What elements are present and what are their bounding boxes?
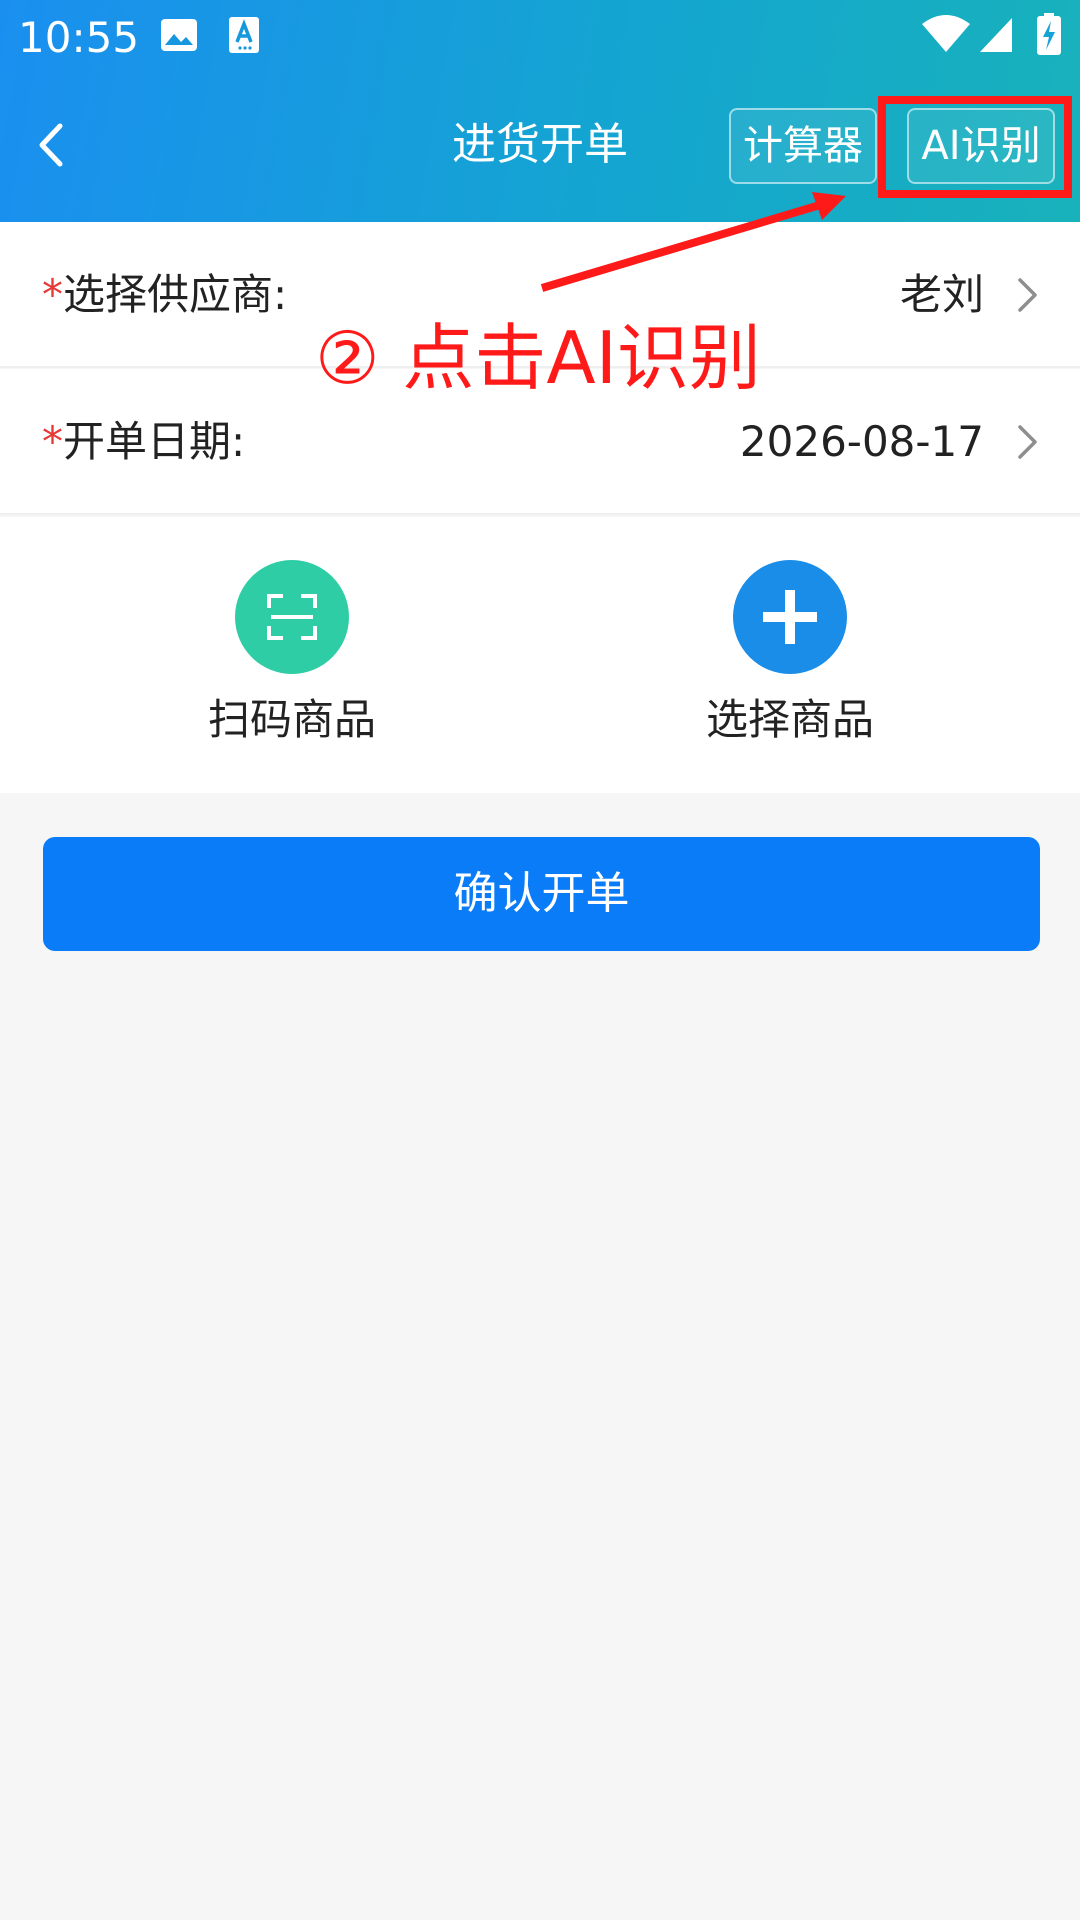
required-mark: * [42,417,63,466]
product-actions: 扫码商品 选择商品 [0,517,1080,793]
calculator-button[interactable]: 计算器 [729,108,877,184]
gallery-icon [161,19,197,51]
required-mark: * [42,270,63,319]
page-title: 进货开单 [452,119,628,170]
ai-recognition-button[interactable]: AI识别 [907,108,1055,184]
scan-product-label: 扫码商品 [207,695,376,744]
a-text-icon [229,17,259,53]
scan-frame-icon [235,560,349,674]
date-label: *开单日期: [42,417,246,466]
annotation-text: ② 点击AI识别 [315,316,761,400]
signal-icon [980,18,1012,52]
confirm-order-button[interactable]: 确认开单 [43,837,1040,951]
plus-icon [733,560,847,674]
status-time: 10:55 [18,13,140,62]
select-product-button[interactable]: 选择商品 [660,560,920,750]
chevron-right-icon [1018,278,1037,312]
scan-product-button[interactable]: 扫码商品 [162,560,422,750]
wifi-icon [922,15,970,52]
battery-charging-icon [1037,13,1061,55]
select-product-label: 选择商品 [705,695,874,744]
chevron-right-icon [1018,425,1037,459]
back-button[interactable] [26,112,82,178]
supplier-value: 老刘 [899,270,984,319]
header: 10:55 进货开单 计算器 AI识别 [0,0,1080,222]
supplier-label: *选择供应商: [42,270,288,319]
app-root: 10:55 进货开单 计算器 AI识别 *选择供应商: 老刘 *开单日期: 20… [0,0,1080,1920]
date-value: 2026-08-17 [739,417,984,466]
